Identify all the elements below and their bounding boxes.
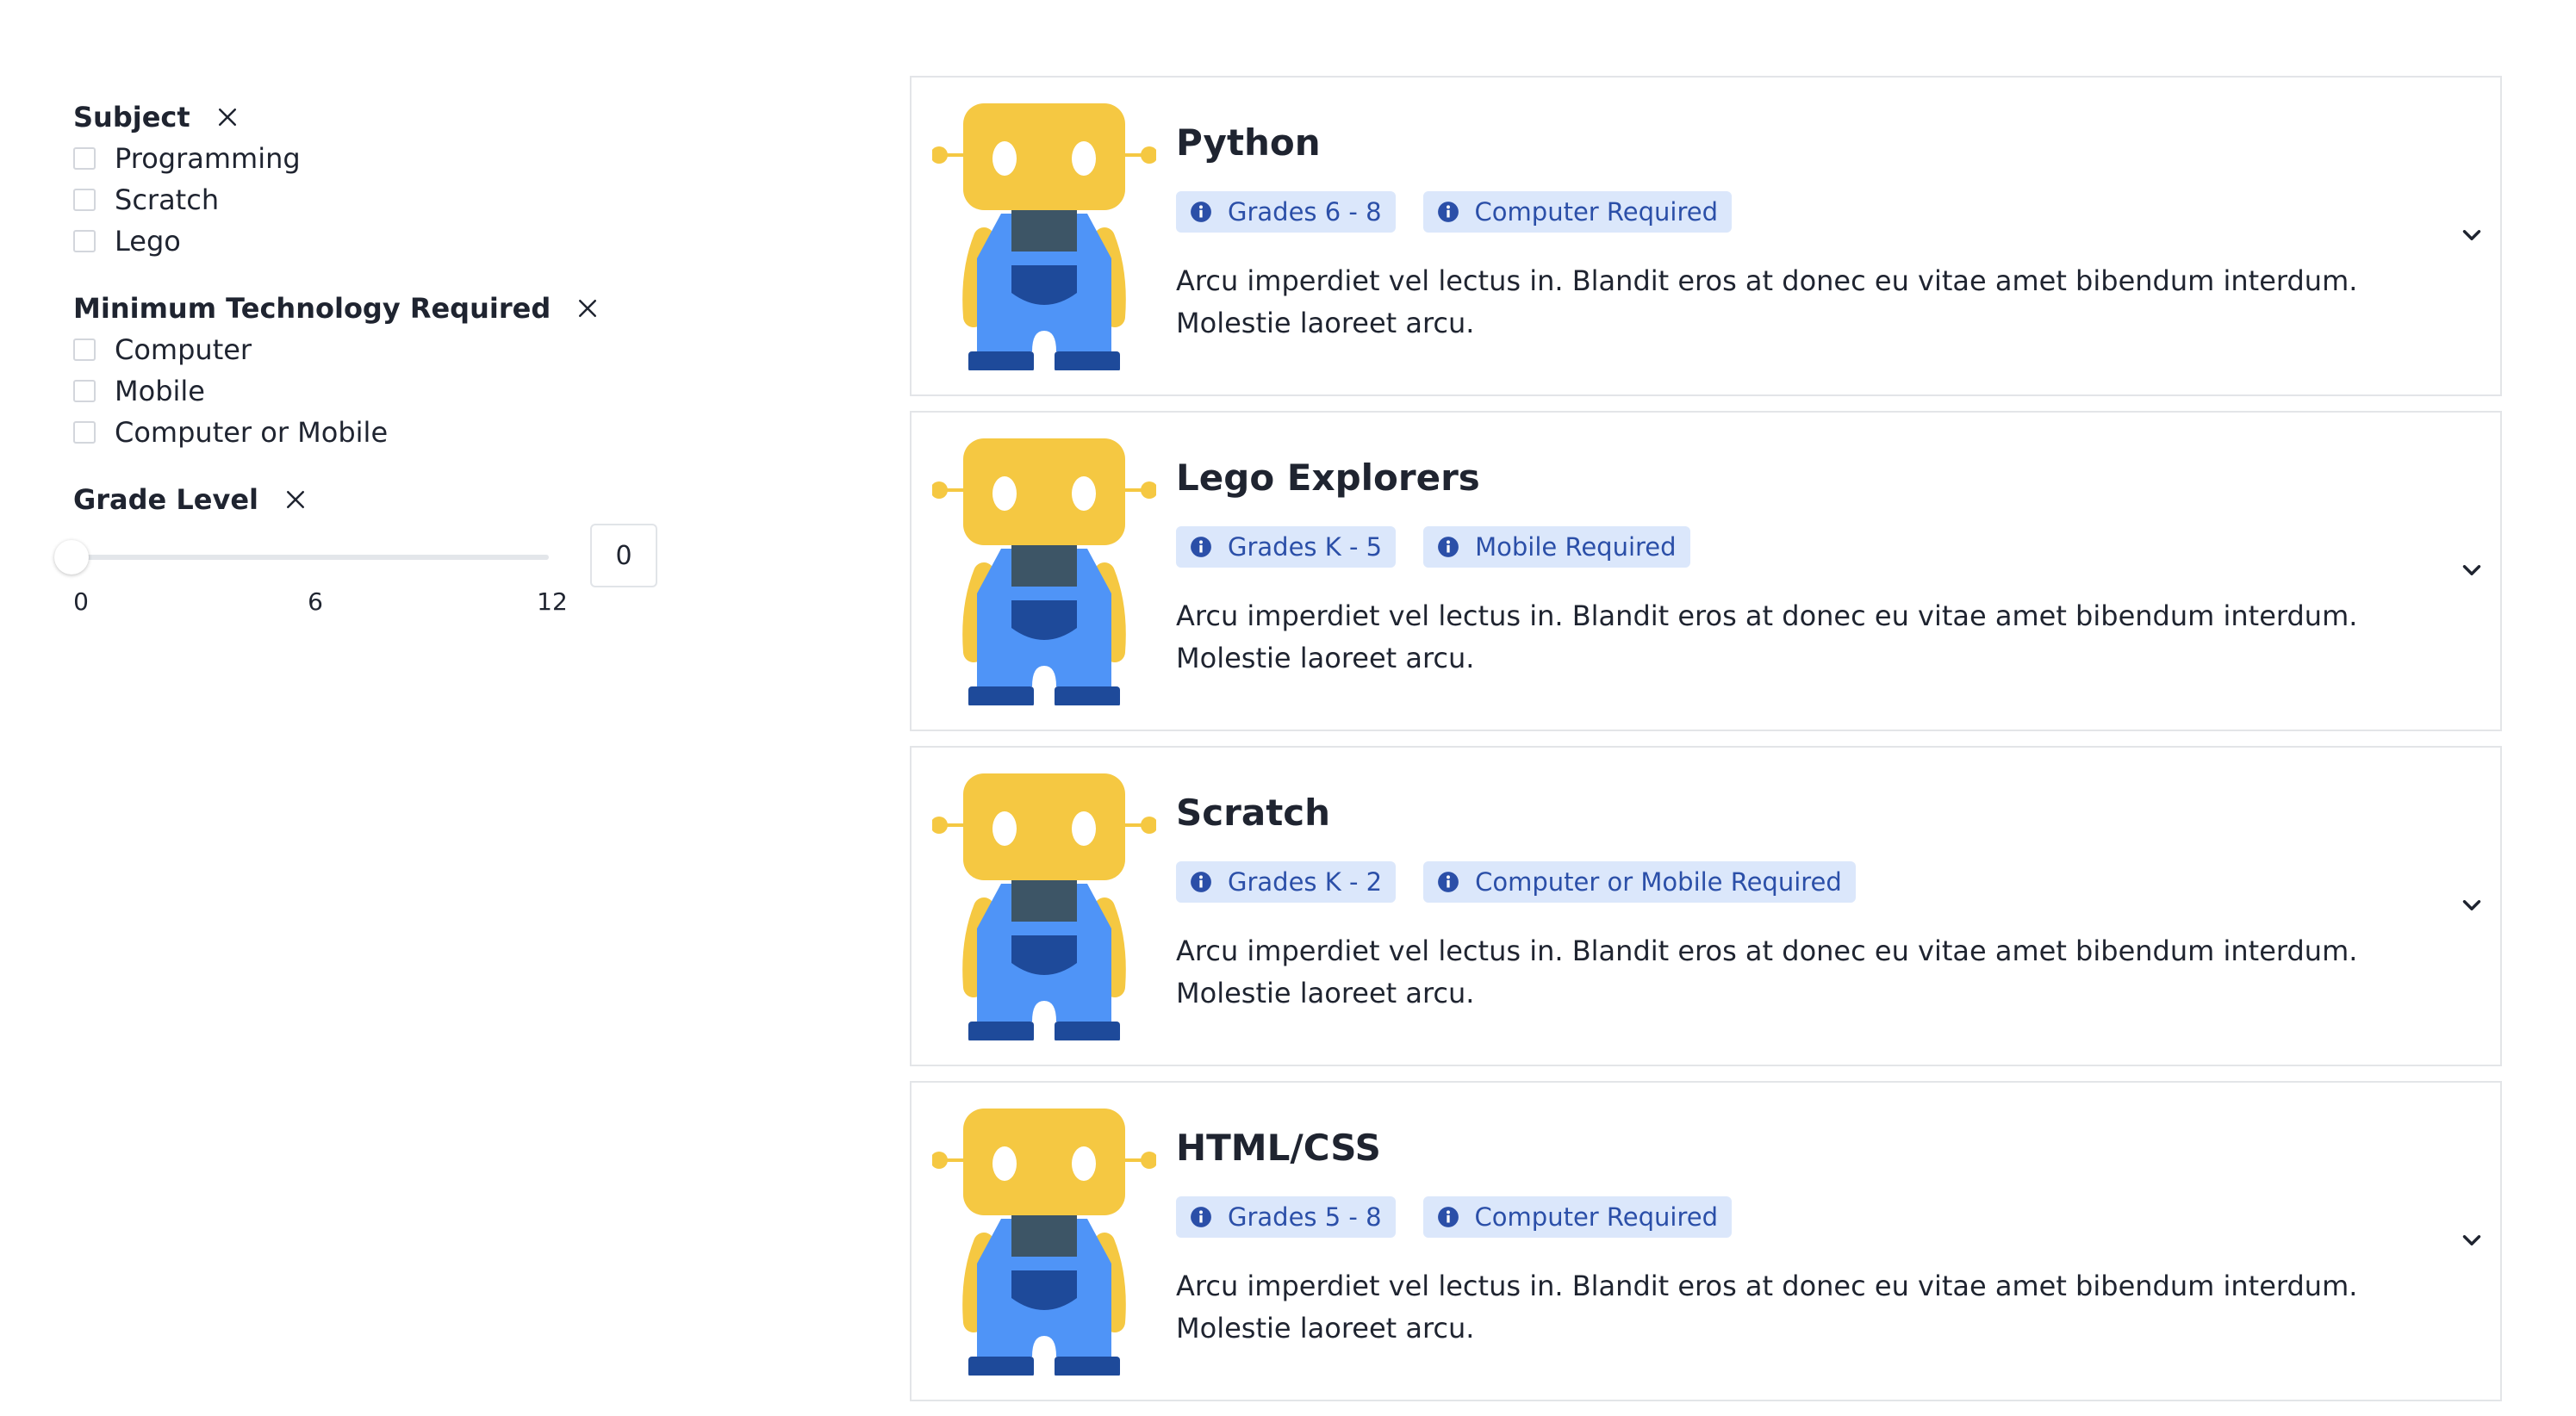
robot-mascot-icon xyxy=(932,773,1156,1040)
slider-tick-min: 0 xyxy=(73,587,89,616)
technology-filter: Minimum Technology Required Computer Mob… xyxy=(73,288,676,453)
course-badges: Grades K - 2 Computer or Mobile Required xyxy=(1176,861,2442,903)
option-label: Computer xyxy=(115,333,252,366)
close-icon xyxy=(218,109,236,126)
robot-mascot-icon xyxy=(932,438,1156,705)
robot-graphic xyxy=(932,773,1156,1040)
subject-filter-header: Subject xyxy=(73,96,676,138)
slider-track[interactable] xyxy=(73,555,549,560)
option-label: Mobile xyxy=(115,375,205,407)
info-icon xyxy=(1191,872,1211,892)
course-title: Lego Explorers xyxy=(1176,456,1480,499)
technology-filter-header: Minimum Technology Required xyxy=(73,288,676,329)
course-badges: Grades 6 - 8 Computer Required xyxy=(1176,191,2442,233)
course-title: HTML/CSS xyxy=(1176,1127,1381,1169)
course-list: Python Grades 6 - 8 Computer Required Ar… xyxy=(910,76,2502,1416)
tech-badge: Mobile Required xyxy=(1423,526,1690,568)
checkbox[interactable] xyxy=(73,230,96,252)
tech-badge: Computer Required xyxy=(1422,1196,1732,1238)
chevron-down-icon[interactable] xyxy=(2457,556,2486,585)
info-icon xyxy=(1437,202,1459,222)
info-icon xyxy=(1191,1207,1211,1227)
tech-badge-label: Mobile Required xyxy=(1475,532,1677,562)
option-label: Scratch xyxy=(115,183,220,216)
checkbox[interactable] xyxy=(73,421,96,444)
grade-badge-label: Grades 5 - 8 xyxy=(1228,1202,1382,1232)
course-title: Scratch xyxy=(1176,792,1331,834)
course-card-scratch[interactable]: Scratch Grades K - 2 Computer or Mobile … xyxy=(910,746,2502,1066)
slider-tick-max: 12 xyxy=(537,587,568,616)
course-badges: Grades K - 5 Mobile Required xyxy=(1176,526,2442,568)
option-label: Lego xyxy=(115,225,181,258)
course-card-lego-explorers[interactable]: Lego Explorers Grades K - 5 Mobile Requi… xyxy=(910,411,2502,731)
course-description: Arcu imperdiet vel lectus in. Blandit er… xyxy=(1176,935,2358,1009)
course-description: Arcu imperdiet vel lectus in. Blandit er… xyxy=(1176,264,2358,339)
chevron-down-icon[interactable] xyxy=(2457,1226,2486,1255)
grade-value-input[interactable]: 0 xyxy=(590,524,657,587)
filter-sidebar: Subject Programming Scratch Lego Minimum… xyxy=(54,96,676,624)
robot-graphic xyxy=(932,103,1156,370)
grade-badge: Grades K - 2 xyxy=(1176,861,1397,903)
technology-option-computer-or-mobile[interactable]: Computer or Mobile xyxy=(73,412,676,453)
robot-mascot-icon xyxy=(932,103,1156,370)
info-icon xyxy=(1438,872,1459,892)
course-card-body: Lego Explorers Grades K - 5 Mobile Requi… xyxy=(1176,456,2442,680)
grade-badge: Grades 6 - 8 xyxy=(1176,191,1396,233)
slider-tick-mid: 6 xyxy=(308,587,323,616)
tech-badge-label: Computer Required xyxy=(1474,197,1718,227)
course-card-body: HTML/CSS Grades 5 - 8 Computer Required … xyxy=(1176,1126,2442,1350)
tech-badge-label: Computer or Mobile Required xyxy=(1475,867,1842,897)
close-icon xyxy=(579,300,597,317)
subject-option-programming[interactable]: Programming xyxy=(73,138,676,179)
grade-badge-label: Grades K - 5 xyxy=(1228,532,1383,562)
course-card-html-css[interactable]: HTML/CSS Grades 5 - 8 Computer Required … xyxy=(910,1081,2502,1401)
subject-option-scratch[interactable]: Scratch xyxy=(73,179,676,220)
grade-filter-title: Grade Level xyxy=(73,483,259,516)
course-card-python[interactable]: Python Grades 6 - 8 Computer Required Ar… xyxy=(910,76,2502,396)
checkbox[interactable] xyxy=(73,380,96,402)
info-icon xyxy=(1191,202,1211,222)
subject-filter-title: Subject xyxy=(73,101,190,134)
tech-badge-label: Computer Required xyxy=(1474,1202,1718,1232)
robot-mascot-icon xyxy=(932,1109,1156,1376)
clear-technology-filter-button[interactable] xyxy=(575,295,600,321)
clear-grade-filter-button[interactable] xyxy=(283,487,308,512)
grade-level-filter: Grade Level 0 6 12 0 xyxy=(54,479,676,624)
robot-graphic xyxy=(932,1109,1156,1376)
grade-badge: Grades K - 5 xyxy=(1176,526,1397,568)
grade-filter-header: Grade Level xyxy=(73,479,676,520)
slider-thumb[interactable] xyxy=(54,540,89,574)
tech-badge: Computer Required xyxy=(1422,191,1732,233)
option-label: Programming xyxy=(115,142,301,175)
grade-badge-label: Grades 6 - 8 xyxy=(1228,197,1382,227)
course-badges: Grades 5 - 8 Computer Required xyxy=(1176,1196,2442,1238)
tech-badge: Computer or Mobile Required xyxy=(1423,861,1856,903)
clear-subject-filter-button[interactable] xyxy=(215,104,240,130)
robot-graphic xyxy=(932,438,1156,705)
info-icon xyxy=(1438,537,1459,557)
technology-option-computer[interactable]: Computer xyxy=(73,329,676,370)
close-icon xyxy=(287,491,305,508)
option-label: Computer or Mobile xyxy=(115,416,389,449)
checkbox[interactable] xyxy=(73,189,96,211)
subject-filter: Subject Programming Scratch Lego xyxy=(73,96,676,262)
course-card-body: Scratch Grades K - 2 Computer or Mobile … xyxy=(1176,791,2442,1015)
technology-filter-title: Minimum Technology Required xyxy=(73,292,551,325)
grade-slider: 0 6 12 0 xyxy=(54,520,676,624)
checkbox[interactable] xyxy=(73,147,96,170)
chevron-down-icon[interactable] xyxy=(2457,220,2486,250)
technology-option-mobile[interactable]: Mobile xyxy=(73,370,676,412)
checkbox[interactable] xyxy=(73,338,96,361)
course-card-body: Python Grades 6 - 8 Computer Required Ar… xyxy=(1176,121,2442,345)
grade-badge-label: Grades K - 2 xyxy=(1228,867,1383,897)
subject-option-lego[interactable]: Lego xyxy=(73,220,676,262)
course-description: Arcu imperdiet vel lectus in. Blandit er… xyxy=(1176,1270,2358,1345)
chevron-down-icon[interactable] xyxy=(2457,891,2486,920)
info-icon xyxy=(1437,1207,1459,1227)
course-description: Arcu imperdiet vel lectus in. Blandit er… xyxy=(1176,599,2358,674)
info-icon xyxy=(1191,537,1211,557)
course-title: Python xyxy=(1176,121,1321,164)
grade-badge: Grades 5 - 8 xyxy=(1176,1196,1396,1238)
